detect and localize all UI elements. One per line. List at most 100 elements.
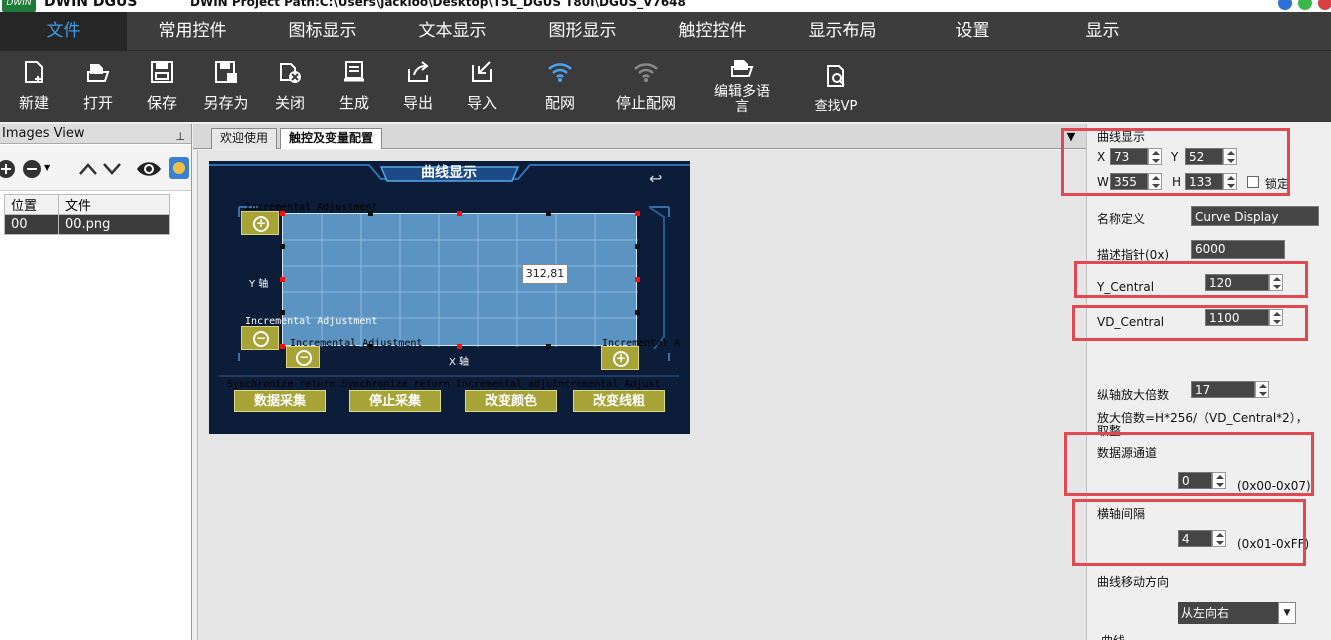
name-label: 名称定义	[1097, 212, 1146, 226]
export-button[interactable]: 导出	[392, 51, 444, 123]
remove-dropdown-icon[interactable]: ▼	[44, 163, 50, 172]
highlight-box-position	[1061, 128, 1290, 196]
new-button[interactable]: 新建	[8, 51, 60, 123]
dgus-app-window: DWIN DWIN DGUS DWIN Project Path:C:\User…	[0, 0, 1331, 640]
add-image-icon[interactable]	[0, 159, 16, 179]
tab-welcome[interactable]: 欢迎使用	[211, 128, 278, 149]
y-zoom-out-button[interactable]: −	[241, 326, 279, 350]
stop-network-config-button[interactable]: 停止配网	[612, 51, 680, 123]
images-view-panel: Images View ⊥ ▼ 位置 文件 00 00.png	[0, 124, 192, 640]
save-as-icon	[215, 61, 237, 83]
v-scale-spinner[interactable]	[1255, 381, 1269, 398]
incremental-adjustment-label-2: Incremental Adjustment	[245, 316, 378, 327]
highlight-box-vd-central	[1072, 305, 1308, 341]
close-button[interactable]: 关闭	[264, 51, 316, 123]
row-position: 00	[4, 214, 59, 235]
project-path: DWIN Project Path:C:\Users\jackloo\Deskt…	[190, 0, 686, 9]
tab-display-layout[interactable]: 显示布局	[780, 12, 905, 50]
properties-panel: 曲线显示 X 73 Y 52 W 355 H 133 锁定 名称定义 Curve…	[1061, 124, 1331, 640]
menu-bar: 文件 常用控件 图标显示 文本显示 图形显示 触控控件 显示布局 设置 显示	[0, 12, 1331, 50]
dwin-logo: DWIN	[2, 0, 36, 12]
images-view-header: Images View ⊥	[0, 124, 191, 144]
stop-collect-button[interactable]: 停止采集	[349, 390, 441, 412]
close-window-button[interactable]	[1318, 0, 1331, 10]
screen-preview[interactable]: 曲线显示 ↩ Y 轴 X 轴 312,81 + − − + Incrementa…	[209, 161, 690, 434]
tab-settings[interactable]: 设置	[910, 12, 1035, 50]
tab-touch-variable-config[interactable]: 触控及变量配置	[280, 128, 383, 149]
import-label: 导入	[466, 94, 497, 112]
find-vp-button[interactable]: 查找VP	[806, 51, 866, 123]
image-preview-icon[interactable]	[168, 156, 190, 180]
v-scale-label: 纵轴放大倍数	[1097, 388, 1170, 402]
save-as-button[interactable]: 另存为	[198, 51, 254, 123]
images-table: 位置 文件 00 00.png	[4, 194, 170, 235]
open-button[interactable]: 打开	[72, 51, 124, 123]
new-file-icon	[25, 61, 43, 83]
save-button[interactable]: 保存	[136, 51, 188, 123]
minimize-button[interactable]	[1278, 0, 1292, 10]
incremental-adjustment-label-1: Incremental Adjustment	[245, 202, 378, 213]
tab-icon-display[interactable]: 图标显示	[260, 12, 385, 50]
zoom-in-icon: +	[253, 216, 269, 232]
tab-touch-controls[interactable]: 触控控件	[650, 12, 775, 50]
tab-display[interactable]: 显示	[1040, 12, 1165, 50]
remove-image-icon[interactable]	[22, 159, 42, 179]
import-icon	[472, 61, 492, 82]
highlight-box-x-interval	[1072, 499, 1306, 566]
tab-text-display[interactable]: 文本显示	[390, 12, 515, 50]
wifi-icon	[548, 63, 572, 82]
edit-multilanguage-label: 编辑多语言	[714, 84, 770, 115]
tab-common-controls[interactable]: 常用控件	[130, 12, 255, 50]
stop-network-config-label: 停止配网	[615, 94, 676, 112]
zoom-in-icon: +	[613, 351, 629, 367]
direction-select[interactable]: 从左向右 ▼	[1178, 602, 1296, 624]
name-input[interactable]: Curve Display	[1191, 206, 1319, 226]
network-config-label: 配网	[544, 94, 575, 112]
close-label: 关闭	[274, 94, 305, 112]
pin-icon[interactable]: ⊥	[175, 127, 185, 147]
change-line-width-button[interactable]: 改变线粗	[573, 390, 665, 412]
highlight-box-y-central	[1074, 261, 1308, 298]
generate-label: 生成	[338, 94, 369, 112]
edit-multilanguage-button[interactable]: 编辑多语言	[710, 51, 774, 123]
start-collect-button[interactable]: 数据采集	[234, 390, 326, 412]
x-zoom-out-button[interactable]: −	[286, 346, 320, 368]
wifi-off-icon	[634, 63, 658, 82]
x-axis-label: X 轴	[449, 357, 470, 368]
toolbar: 新建 打开 保存 另存为 关闭 生成 导出 导入 配网 停止配网 编辑多语言 查…	[0, 50, 1331, 122]
incremental-adjustment-label-4: Incremental A	[602, 338, 681, 349]
highlight-box-channel	[1064, 432, 1314, 496]
desc-pointer-input[interactable]: 6000	[1191, 240, 1285, 259]
generate-icon	[344, 61, 364, 82]
incremental-adjustment-label-3: Incremental Adjustment	[290, 338, 423, 349]
table-row[interactable]: 00 00.png	[4, 214, 170, 235]
images-view-tools: ▼	[0, 145, 191, 191]
generate-button[interactable]: 生成	[328, 51, 380, 123]
open-folder-icon	[87, 64, 110, 82]
move-up-icon[interactable]	[78, 160, 98, 178]
x-zoom-in-button[interactable]: +	[601, 346, 639, 370]
column-header-position[interactable]: 位置	[4, 194, 59, 215]
network-config-button[interactable]: 配网	[534, 51, 586, 123]
multilanguage-icon	[731, 60, 754, 77]
maximize-button[interactable]	[1298, 0, 1312, 10]
tab-file[interactable]: 文件	[0, 12, 127, 50]
chevron-down-icon: ▼	[1278, 602, 1296, 624]
import-button[interactable]: 导入	[456, 51, 508, 123]
close-project-icon	[280, 63, 301, 83]
eye-icon[interactable]	[136, 158, 162, 180]
direction-value: 从左向右	[1181, 606, 1230, 620]
export-label: 导出	[402, 94, 433, 112]
change-color-button[interactable]: 改变颜色	[465, 390, 557, 412]
open-label: 打开	[82, 94, 113, 112]
v-scale-input[interactable]: 17	[1191, 381, 1255, 398]
column-header-file[interactable]: 文件	[58, 194, 170, 215]
save-label: 保存	[146, 94, 177, 112]
move-down-icon[interactable]	[102, 160, 122, 178]
y-zoom-in-button[interactable]: +	[241, 211, 279, 235]
design-canvas: 曲线显示 ↩ Y 轴 X 轴 312,81 + − − + Incrementa…	[197, 150, 1086, 640]
new-label: 新建	[18, 94, 49, 112]
zoom-out-icon: −	[296, 350, 312, 366]
direction-label: 曲线移动方向	[1097, 575, 1170, 589]
tab-graphic-display[interactable]: 图形显示	[520, 12, 645, 50]
